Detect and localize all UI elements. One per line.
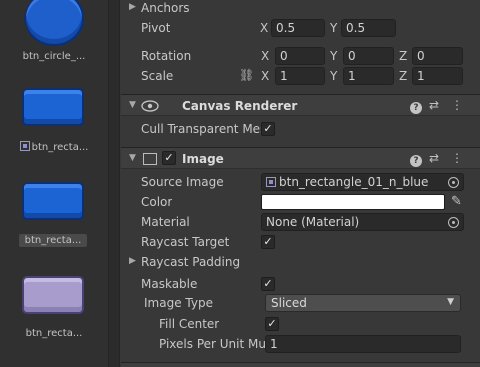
asset-item-btn-rectangle-2[interactable]: btn_recta... (0, 178, 108, 250)
axis-y-label: Y (330, 69, 338, 83)
rotation-label: Rotation (141, 49, 192, 63)
sprite-icon (266, 177, 276, 187)
scale-row: Scale ⛓ X 1 Y 1 Z 1 (121, 66, 480, 86)
eyedropper-icon[interactable]: ✎ (451, 194, 462, 209)
image-type-dropdown[interactable]: Sliced ▼ (265, 294, 461, 312)
chevron-right-icon[interactable]: ▶ (129, 2, 136, 12)
maskable-checkbox[interactable]: ✓ (261, 277, 275, 291)
asset-label-selected: btn_recta... (19, 234, 87, 247)
sprite-icon (19, 141, 30, 151)
pixels-per-unit-multiplier-row: Pixels Per Unit Mul 1 (121, 334, 480, 354)
fill-center-row: Fill Center ✓ (121, 314, 480, 334)
scale-y-field[interactable]: 1 (343, 67, 394, 85)
pivot-label: Pivot (141, 21, 171, 35)
raycast-target-row: Raycast Target ✓ (121, 232, 480, 252)
raycast-target-checkbox[interactable]: ✓ (261, 235, 275, 249)
object-picker-icon[interactable] (448, 217, 459, 228)
axis-y-label: Y (330, 49, 338, 63)
maskable-row: Maskable ✓ (121, 274, 480, 294)
material-label: Material (141, 215, 190, 229)
cull-transparent-mesh-label: Cull Transparent Mes (141, 122, 261, 136)
color-label: Color (141, 195, 173, 209)
axis-y-label: Y (330, 21, 338, 35)
axis-z-label: Z (399, 49, 408, 63)
maskable-label: Maskable (141, 277, 198, 291)
color-row: Color ✎ (121, 192, 480, 212)
inspector-panel: ▶ Anchors Pivot X 0.5 Y 0.5 Rotation X 0… (121, 0, 480, 367)
anchors-label: Anchors (141, 1, 190, 15)
axis-x-label: X (261, 69, 270, 83)
pivot-x-field[interactable]: 0.5 (271, 19, 325, 37)
asset-label: btn_circle_... (22, 51, 86, 62)
material-field[interactable]: None (Material) (261, 213, 464, 231)
rotation-row: Rotation X 0 Y 0 Z 0 (121, 46, 480, 66)
panel-splitter[interactable] (108, 0, 120, 367)
project-asset-panel: btn_circle_... btn_recta... btn_recta...… (0, 0, 108, 367)
asset-item-btn-rectangle-3[interactable]: btn_recta... (0, 272, 108, 344)
chevron-right-icon[interactable]: ▶ (129, 256, 136, 266)
asset-label: btn_recta... (0, 141, 108, 153)
more-options-icon[interactable]: ⋮ (451, 98, 463, 112)
pivot-row: Pivot X 0.5 Y 0.5 (121, 18, 480, 38)
source-image-label: Source Image (141, 175, 224, 189)
eye-icon (141, 100, 159, 112)
rotation-y-field[interactable]: 0 (343, 47, 394, 65)
image-icon (143, 153, 157, 165)
asset-item-btn-circle[interactable]: btn_circle_... (0, 0, 108, 70)
image-type-row: Image Type Sliced ▼ (121, 293, 480, 313)
color-swatch[interactable] (261, 194, 445, 210)
next-component-header[interactable] (121, 362, 480, 367)
image-title: Image (182, 152, 224, 166)
scale-z-field[interactable]: 1 (412, 67, 463, 85)
anchors-row[interactable]: ▶ Anchors (121, 0, 480, 18)
constrain-proportions-link-icon[interactable]: ⛓ (239, 68, 254, 82)
axis-z-label: Z (399, 69, 408, 83)
raycast-target-label: Raycast Target (141, 235, 230, 249)
btn-rectangle-purple-thumbnail (22, 276, 84, 314)
help-icon[interactable]: ? (410, 99, 422, 114)
chevron-down-icon[interactable]: ▼ (129, 100, 136, 110)
image-enabled-checkbox[interactable]: ✓ (162, 151, 176, 165)
btn-rectangle-blue-thumbnail (22, 182, 84, 220)
pivot-y-field[interactable]: 0.5 (341, 19, 396, 37)
asset-label: btn_recta... (25, 328, 83, 339)
more-options-icon[interactable]: ⋮ (451, 151, 463, 165)
source-image-row: Source Image btn_rectangle_01_n_blue (121, 172, 480, 192)
raycast-padding-row[interactable]: ▶ Raycast Padding (121, 252, 480, 272)
rotation-z-field[interactable]: 0 (412, 47, 463, 65)
help-icon[interactable]: ? (410, 152, 422, 167)
scale-label: Scale (141, 69, 174, 83)
image-type-label: Image Type (144, 296, 213, 310)
material-row: Material None (Material) (121, 212, 480, 232)
scale-x-field[interactable]: 1 (275, 67, 325, 85)
source-image-field[interactable]: btn_rectangle_01_n_blue (261, 173, 464, 191)
presets-icon[interactable]: ⇄ (429, 98, 439, 112)
btn-circle-thumbnail (24, 0, 84, 46)
canvas-renderer-header[interactable]: ▼ Canvas Renderer ? ⇄ ⋮ (121, 94, 480, 116)
btn-rectangle-blue-thumbnail (22, 88, 84, 126)
chevron-down-icon[interactable]: ▼ (129, 153, 136, 163)
rotation-x-field[interactable]: 0 (275, 47, 325, 65)
axis-x-label: X (261, 49, 270, 63)
pixels-per-unit-multiplier-label: Pixels Per Unit Mul (159, 337, 265, 351)
fill-center-checkbox[interactable]: ✓ (265, 317, 279, 331)
image-component-header[interactable]: ▼ ✓ Image ? ⇄ ⋮ (121, 147, 480, 169)
object-picker-icon[interactable] (448, 177, 459, 188)
cull-transparent-mesh-row: Cull Transparent Mes ✓ (121, 119, 480, 139)
cull-transparent-mesh-checkbox[interactable]: ✓ (261, 122, 275, 136)
canvas-renderer-title: Canvas Renderer (182, 99, 298, 113)
pixels-per-unit-multiplier-field[interactable]: 1 (265, 335, 461, 353)
raycast-padding-label: Raycast Padding (141, 255, 241, 269)
chevron-down-icon: ▼ (447, 297, 454, 307)
axis-x-label: X (260, 21, 269, 35)
presets-icon[interactable]: ⇄ (429, 151, 439, 165)
fill-center-label: Fill Center (159, 317, 220, 331)
asset-item-btn-rectangle-1[interactable]: btn_recta... (0, 84, 108, 156)
